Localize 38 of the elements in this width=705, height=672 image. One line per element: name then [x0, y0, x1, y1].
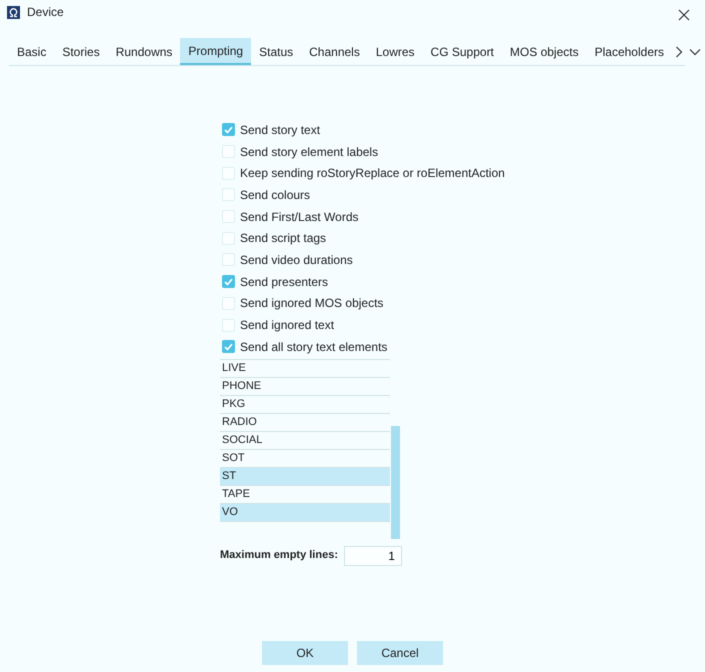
- checkbox-label: Send script tags: [240, 230, 326, 248]
- checkbox-label: Send colours: [240, 186, 310, 204]
- cancel-button[interactable]: Cancel: [357, 640, 443, 665]
- tab[interactable]: MOS objects: [502, 38, 587, 65]
- list-item[interactable]: PHONE: [220, 378, 390, 396]
- checkbox[interactable]: [222, 340, 235, 354]
- tab[interactable]: Lowres: [368, 38, 423, 65]
- checkbox-label: Send story text: [240, 122, 320, 139]
- checkbox-label: Send presenters: [240, 274, 328, 291]
- field-label: Maximum empty lines:: [220, 548, 338, 564]
- list-item[interactable]: ST: [220, 468, 390, 486]
- tab[interactable]: CG Support: [422, 38, 502, 65]
- checkbox[interactable]: [222, 123, 235, 136]
- scrollbar-thumb[interactable]: [391, 426, 400, 539]
- list-item[interactable]: LIVE: [220, 360, 390, 378]
- tab[interactable]: Prompting: [180, 38, 252, 65]
- window-title: Device: [27, 4, 64, 21]
- list-item[interactable]: RADIO: [220, 414, 390, 432]
- checkbox-label: Send story element labels: [240, 144, 378, 161]
- tab[interactable]: Placeholders: [586, 38, 672, 65]
- checkbox-label: Send all story text elements: [240, 338, 388, 356]
- checkbox-label: Keep sending roStoryReplace or roElementAction: [240, 165, 505, 182]
- tab[interactable]: Channels: [301, 38, 368, 65]
- list-item[interactable]: SOCIAL: [220, 432, 390, 450]
- checkbox-label: Send First/Last Words: [240, 208, 358, 226]
- checkbox-label: Send video durations: [240, 252, 353, 269]
- checkbox-label: Send ignored MOS objects: [240, 295, 384, 312]
- app-logo-icon: [7, 6, 20, 18]
- tab[interactable]: Stories: [54, 38, 108, 65]
- list-item[interactable]: PKG: [220, 396, 390, 414]
- checkbox[interactable]: [222, 275, 235, 288]
- ok-button[interactable]: OK: [262, 640, 348, 665]
- list-item[interactable]: VO: [220, 504, 390, 522]
- checkbox-label: Send ignored text: [240, 317, 334, 334]
- tab[interactable]: Rundowns: [108, 38, 180, 65]
- tab[interactable]: Basic: [9, 38, 54, 65]
- tab[interactable]: Status: [251, 38, 302, 65]
- max-empty-lines-field[interactable]: 1: [344, 546, 402, 566]
